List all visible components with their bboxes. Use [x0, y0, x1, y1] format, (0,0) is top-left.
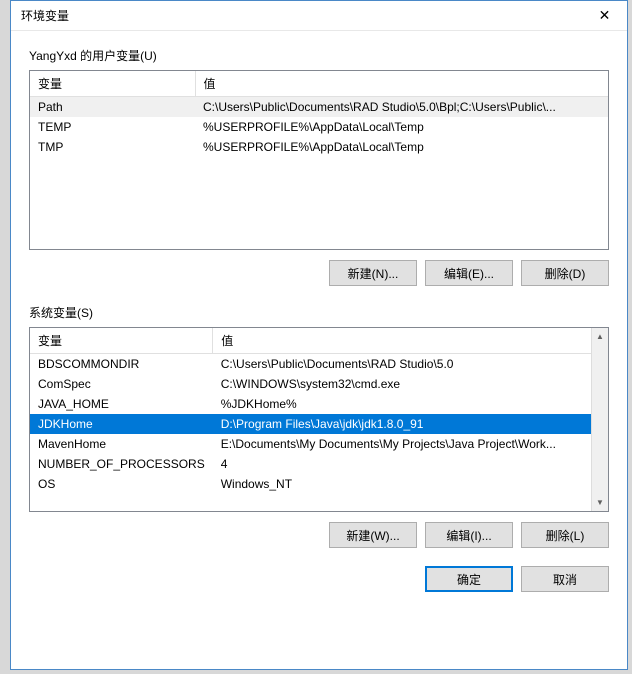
table-row[interactable]: TMP %USERPROFILE%\AppData\Local\Temp	[30, 137, 608, 157]
user-buttons-row: 新建(N)... 编辑(E)... 删除(D)	[29, 260, 609, 286]
cell-value: D:\Program Files\Java\jdk\jdk1.8.0_91	[213, 414, 591, 434]
user-new-button[interactable]: 新建(N)...	[329, 260, 417, 286]
table-row[interactable]: NUMBER_OF_PROCESSORS 4	[30, 454, 591, 474]
cell-value: %USERPROFILE%\AppData\Local\Temp	[195, 117, 608, 137]
column-header-value[interactable]: 值	[195, 71, 608, 97]
window-title: 环境变量	[21, 7, 69, 24]
system-new-button[interactable]: 新建(W)...	[329, 522, 417, 548]
dialog-buttons-row: 确定 取消	[29, 566, 609, 592]
user-edit-button[interactable]: 编辑(E)...	[425, 260, 513, 286]
user-variables-table-container: 变量 值 Path C:\Users\Public\Documents\RAD …	[29, 70, 609, 250]
user-variables-table: 变量 值 Path C:\Users\Public\Documents\RAD …	[30, 71, 608, 157]
cell-value: Windows_NT	[213, 474, 591, 494]
cell-variable: TMP	[30, 137, 195, 157]
system-buttons-row: 新建(W)... 编辑(I)... 删除(L)	[29, 522, 609, 548]
column-header-variable[interactable]: 变量	[30, 328, 213, 354]
cell-variable: MavenHome	[30, 434, 213, 454]
scroll-up-arrow-icon[interactable]: ▲	[592, 328, 608, 345]
cell-variable: BDSCOMMONDIR	[30, 354, 213, 375]
environment-variables-dialog: 环境变量 ✕ YangYxd 的用户变量(U) 变量 值 Path	[10, 0, 628, 670]
close-button[interactable]: ✕	[582, 1, 627, 31]
cell-variable: NUMBER_OF_PROCESSORS	[30, 454, 213, 474]
table-row[interactable]: BDSCOMMONDIR C:\Users\Public\Documents\R…	[30, 354, 591, 375]
column-header-variable[interactable]: 变量	[30, 71, 195, 97]
table-row[interactable]: OS Windows_NT	[30, 474, 591, 494]
cell-value: E:\Documents\My Documents\My Projects\Ja…	[213, 434, 591, 454]
user-variables-label: YangYxd 的用户变量(U)	[29, 47, 609, 64]
table-row[interactable]: JAVA_HOME %JDKHome%	[30, 394, 591, 414]
vertical-scrollbar[interactable]: ▲ ▼	[591, 328, 608, 511]
cell-variable: TEMP	[30, 117, 195, 137]
user-delete-button[interactable]: 删除(D)	[521, 260, 609, 286]
cell-value: %JDKHome%	[213, 394, 591, 414]
cell-value: 4	[213, 454, 591, 474]
close-icon: ✕	[599, 7, 611, 24]
table-row[interactable]: Path C:\Users\Public\Documents\RAD Studi…	[30, 97, 608, 118]
system-edit-button[interactable]: 编辑(I)...	[425, 522, 513, 548]
cell-variable: Path	[30, 97, 195, 118]
system-variables-group: 系统变量(S) 变量 值 BDSCOMMONDIR	[29, 304, 609, 548]
table-header-row: 变量 值	[30, 328, 591, 354]
cell-variable: ComSpec	[30, 374, 213, 394]
cell-value: C:\Users\Public\Documents\RAD Studio\5.0…	[195, 97, 608, 118]
ok-button[interactable]: 确定	[425, 566, 513, 592]
cell-variable: JDKHome	[30, 414, 213, 434]
cell-value: C:\Users\Public\Documents\RAD Studio\5.0	[213, 354, 591, 375]
table-row[interactable]: MavenHome E:\Documents\My Documents\My P…	[30, 434, 591, 454]
cancel-button[interactable]: 取消	[521, 566, 609, 592]
cell-value: %USERPROFILE%\AppData\Local\Temp	[195, 137, 608, 157]
scroll-down-arrow-icon[interactable]: ▼	[592, 494, 608, 511]
column-header-value[interactable]: 值	[213, 328, 591, 354]
titlebar: 环境变量 ✕	[11, 1, 627, 31]
system-variables-table: 变量 值 BDSCOMMONDIR C:\Users\Public\Docume…	[30, 328, 591, 494]
user-variables-group: YangYxd 的用户变量(U) 变量 值 Path C:\Users\Publ…	[29, 47, 609, 286]
system-variables-label: 系统变量(S)	[29, 304, 609, 321]
table-row[interactable]: TEMP %USERPROFILE%\AppData\Local\Temp	[30, 117, 608, 137]
table-header-row: 变量 值	[30, 71, 608, 97]
system-variables-table-container: 变量 值 BDSCOMMONDIR C:\Users\Public\Docume…	[29, 327, 609, 512]
table-row[interactable]: ComSpec C:\WINDOWS\system32\cmd.exe	[30, 374, 591, 394]
table-row[interactable]: JDKHome D:\Program Files\Java\jdk\jdk1.8…	[30, 414, 591, 434]
dialog-content: YangYxd 的用户变量(U) 变量 值 Path C:\Users\Publ…	[11, 31, 627, 608]
cell-value: C:\WINDOWS\system32\cmd.exe	[213, 374, 591, 394]
cell-variable: JAVA_HOME	[30, 394, 213, 414]
system-delete-button[interactable]: 删除(L)	[521, 522, 609, 548]
cell-variable: OS	[30, 474, 213, 494]
